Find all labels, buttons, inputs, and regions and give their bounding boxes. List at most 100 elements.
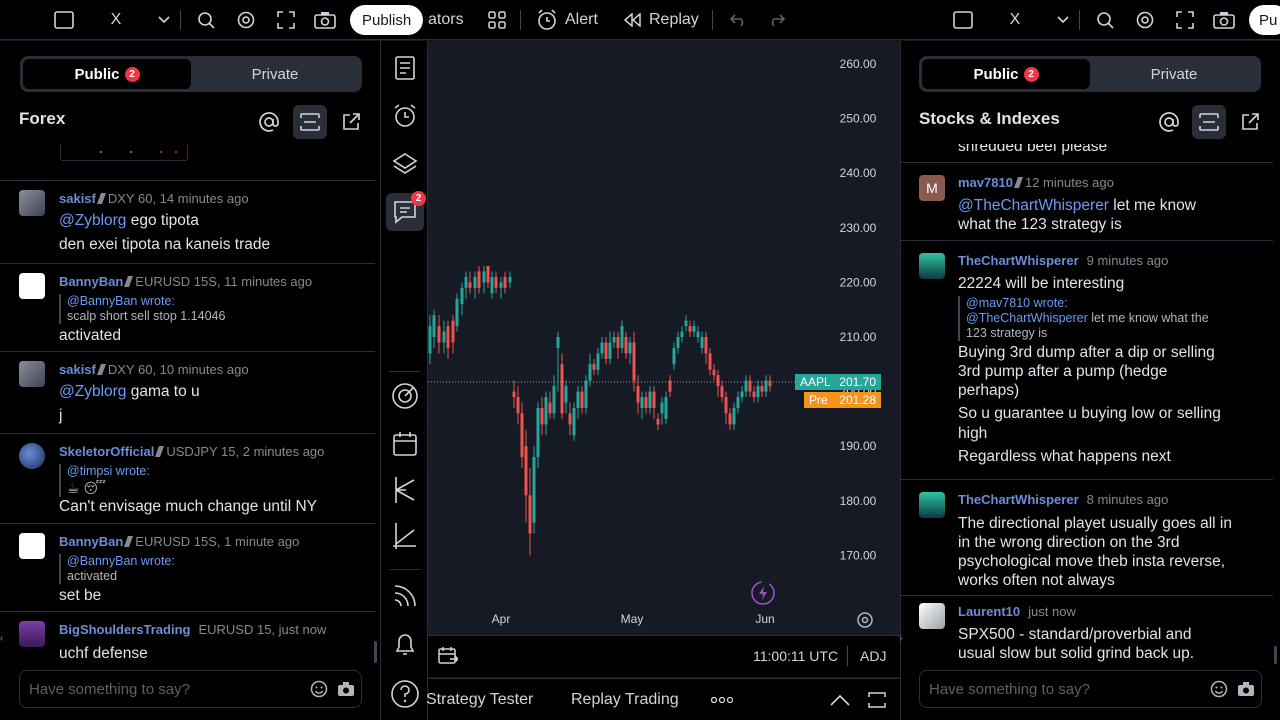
alert-clock-icon[interactable] (534, 0, 560, 40)
message-meta[interactable]: 8 minutes ago (1087, 492, 1169, 507)
message-meta[interactable]: 12 minutes ago (1025, 175, 1114, 190)
adjust-toggle[interactable]: ADJ (860, 648, 886, 664)
price-chart[interactable]: 260.00250.00240.00230.00220.00210.00200.… (428, 41, 900, 635)
mention-icon-right[interactable] (1152, 105, 1186, 139)
username[interactable]: SkeletorOfficial (59, 444, 154, 459)
settings-gear-icon[interactable] (234, 0, 258, 40)
message-meta[interactable]: EURUSD 15, just now (198, 622, 326, 637)
tab-public[interactable]: Public 2 (23, 59, 191, 89)
quote-author[interactable]: @BannyBan wrote: (67, 294, 225, 309)
scroll-sync-icon[interactable] (293, 105, 327, 139)
mention-link[interactable]: @TheChartWhisperer (958, 197, 1109, 214)
username[interactable]: BigShouldersTrading (59, 622, 190, 637)
calendar-icon[interactable] (386, 425, 424, 463)
chat-message-input-right[interactable] (929, 679, 1199, 699)
utc-clock[interactable]: 11:00:11 UTC (753, 648, 838, 664)
scrollbar[interactable] (374, 641, 377, 663)
quote-author[interactable]: @BannyBan wrote: (67, 554, 175, 569)
fullscreen-icon-right[interactable] (1173, 0, 1197, 40)
camera-icon[interactable] (313, 0, 337, 40)
username[interactable]: TheChartWhisperer (958, 492, 1079, 507)
scroll-sync-icon-right[interactable] (1192, 105, 1226, 139)
collapse-panel-icon[interactable] (830, 679, 850, 720)
tab-private-right[interactable]: Private (1090, 59, 1258, 89)
target-icon[interactable] (386, 377, 424, 415)
replay-button[interactable]: Replay (649, 0, 701, 40)
message-meta[interactable]: USDJPY 15, 2 minutes ago (166, 444, 324, 459)
symbol-close-button-right[interactable]: X (1003, 0, 1027, 40)
emoji-icon[interactable] (310, 680, 328, 698)
tab-strategy-tester[interactable]: Strategy Tester (426, 679, 533, 720)
tab-private[interactable]: Private (191, 59, 359, 89)
publish-button[interactable]: Publish (350, 5, 424, 35)
chat-message-input[interactable] (29, 679, 299, 699)
candle-body (588, 364, 592, 381)
publish-button-right[interactable]: Pu (1249, 5, 1280, 35)
emoji-icon-right[interactable] (1210, 680, 1228, 698)
notifications-bell-icon[interactable] (386, 625, 424, 663)
maximize-panel-icon[interactable] (868, 679, 886, 720)
trend-line-icon[interactable] (386, 517, 424, 555)
popout-icon[interactable] (334, 105, 368, 139)
collapse-left-icon[interactable]: ‹ (0, 633, 8, 649)
message-meta[interactable]: 9 minutes ago (1087, 253, 1169, 268)
symbol-close-button[interactable]: X (104, 0, 128, 40)
candle-body (672, 347, 676, 365)
message-meta[interactable]: EURUSD 15S, 11 minutes ago (135, 274, 312, 289)
popout-icon-right[interactable] (1233, 105, 1267, 139)
username[interactable]: sakisf (59, 362, 96, 377)
indicators-button[interactable]: ators (428, 0, 468, 40)
mention-link[interactable]: @Zyblorg (59, 212, 126, 229)
quote-author[interactable]: @mav7810 wrote: (966, 296, 1209, 311)
message-meta[interactable]: DXY 60, 10 minutes ago (108, 362, 249, 377)
camera-icon-right[interactable] (1212, 0, 1236, 40)
zoom-icon-right[interactable] (1093, 0, 1117, 40)
username[interactable]: sakisf (59, 191, 96, 206)
more-options-icon[interactable] (711, 679, 733, 720)
username[interactable]: BannyBan (59, 534, 123, 549)
username[interactable]: Laurent10 (958, 604, 1020, 619)
settings-gear-icon-right[interactable] (1133, 0, 1157, 40)
scrollbar-right[interactable] (1274, 646, 1277, 664)
replay-rewind-icon[interactable] (622, 0, 642, 40)
alarm-clock-icon[interactable] (386, 97, 424, 135)
username[interactable]: BannyBan (59, 274, 123, 289)
undo-icon[interactable] (727, 0, 749, 40)
message-meta[interactable]: DXY 60, 14 minutes ago (108, 191, 249, 206)
fullscreen-icon[interactable] (274, 0, 298, 40)
message-meta[interactable]: just now (1028, 604, 1076, 619)
redo-icon[interactable] (766, 0, 788, 40)
zoom-icon[interactable] (194, 0, 218, 40)
mention-icon[interactable] (252, 105, 286, 139)
watchlist-icon[interactable] (386, 49, 424, 87)
tab-replay-trading[interactable]: Replay Trading (571, 679, 679, 720)
chart-canvas[interactable]: 260.00250.00240.00230.00220.00210.00200.… (428, 41, 900, 635)
broadcast-icon[interactable] (386, 577, 424, 615)
message-meta[interactable]: EURUSD 15S, 1 minute ago (135, 534, 299, 549)
username[interactable]: mav7810 (958, 175, 1013, 190)
camera-attach-icon[interactable] (337, 680, 355, 698)
alert-button[interactable]: Alert (565, 0, 605, 40)
candle-body (648, 391, 652, 408)
templates-grid-icon[interactable] (486, 0, 508, 40)
chevron-down-icon-right[interactable] (1053, 0, 1073, 40)
collapse-right-icon[interactable]: › (899, 633, 907, 649)
layout-square-icon[interactable] (52, 0, 76, 40)
ai-assistant-icon[interactable] (750, 580, 776, 606)
layers-icon[interactable] (386, 145, 424, 183)
candle-body (432, 315, 436, 337)
chat-icon[interactable]: 2 (386, 191, 426, 231)
ideas-stream-icon[interactable] (386, 471, 424, 509)
layout-square-icon-right[interactable] (951, 0, 975, 40)
chevron-down-icon[interactable] (154, 0, 174, 40)
date-range-icon[interactable] (438, 646, 460, 666)
candle-body (473, 276, 477, 288)
help-icon[interactable] (386, 675, 424, 713)
tab-public-right[interactable]: Public 2 (922, 59, 1090, 89)
quote-author[interactable]: @timpsi wrote: (67, 464, 150, 479)
username[interactable]: TheChartWhisperer (958, 253, 1079, 268)
quote-mention[interactable]: @TheChartWhisperer (966, 311, 1088, 325)
chart-settings-icon[interactable] (856, 611, 874, 629)
mention-link[interactable]: @Zyblorg (59, 383, 126, 400)
camera-attach-icon-right[interactable] (1237, 680, 1255, 698)
